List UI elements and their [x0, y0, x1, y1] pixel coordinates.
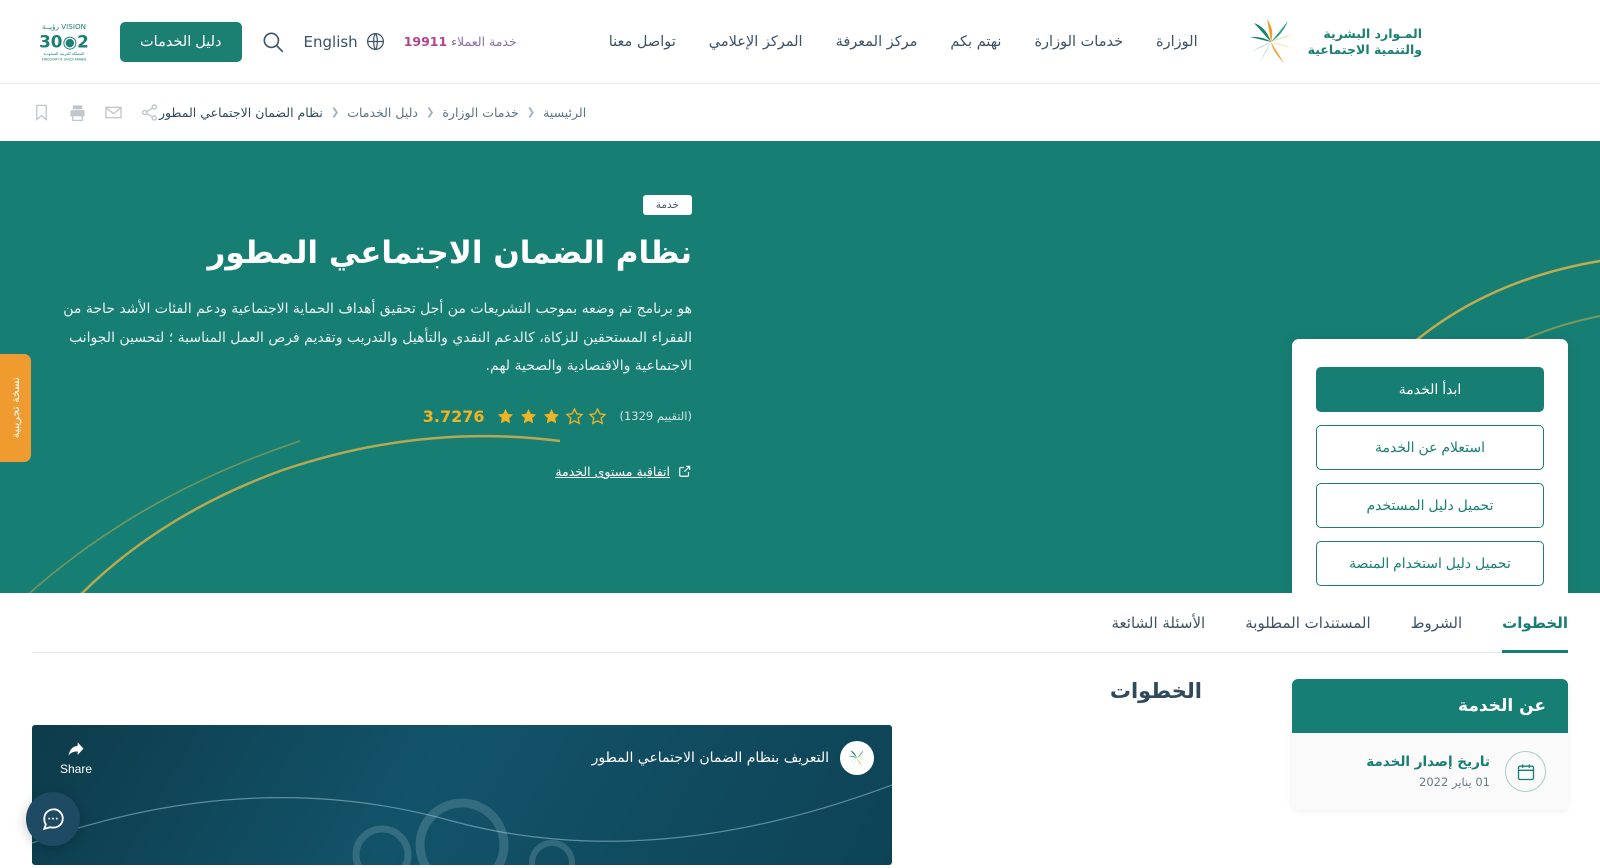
breadcrumb-bar: الرئيسية ❮ خدمات الوزارة ❮ دليل الخدمات …: [0, 83, 1600, 141]
breadcrumb-item-3: نظام الضمان الاجتماعي المطور: [159, 105, 323, 120]
video-header: التعريف بنظام الضمان الاجتماعي المطور: [592, 741, 874, 775]
hero-content: خدمة نظام الضمان الاجتماعي المطور هو برن…: [32, 141, 692, 593]
nav-item-2[interactable]: نهتم بكم: [950, 34, 1001, 50]
page-actions: [32, 103, 159, 122]
tab-steps[interactable]: الخطوات: [1502, 593, 1568, 653]
site-header: المـوارد البشرية والتنمية الاجتماعية الو…: [0, 0, 1600, 83]
about-service-sidebar: عن الخدمة تاريخ إصدار الخدمة 01 يناير 20…: [1292, 679, 1568, 865]
hero-section: ابدأ الخدمة استعلام عن الخدمة تحميل دليل…: [0, 141, 1600, 593]
breadcrumb-item-2[interactable]: دليل الخدمات: [347, 105, 418, 120]
chat-bubble-icon: [42, 808, 64, 831]
service-video-player[interactable]: التعريف بنظام الضمان الاجتماعي المطور Sh…: [32, 725, 892, 865]
services-guide-button[interactable]: دليل الخدمات: [120, 21, 242, 62]
svg-text:KINGDOM OF SAUDI ARABIA: KINGDOM OF SAUDI ARABIA: [42, 57, 88, 61]
breadcrumb: الرئيسية ❮ خدمات الوزارة ❮ دليل الخدمات …: [159, 105, 586, 120]
page-content: عن الخدمة تاريخ إصدار الخدمة 01 يناير 20…: [0, 653, 1600, 865]
about-service-value: 01 يناير 2022: [1419, 775, 1490, 789]
calendar-icon: [1505, 751, 1546, 792]
breadcrumb-separator-0: ❮: [526, 107, 536, 118]
nav-item-5[interactable]: تواصل معنا: [609, 34, 676, 50]
service-tabs-bar: الخطوات الشروط المستندات المطلوبة الأسئل…: [0, 593, 1600, 653]
language-toggle-label: English: [303, 32, 358, 51]
star-icon-filled-3: [544, 408, 560, 424]
rating-score: 3.7276: [422, 406, 485, 426]
sla-link-label: اتفاقية مستوى الخدمة: [555, 463, 670, 479]
service-tabs: الخطوات الشروط المستندات المطلوبة الأسئل…: [32, 593, 1568, 653]
svg-text:VISION رؤيــة: VISION رؤيــة: [42, 22, 86, 31]
chat-widget-button[interactable]: [26, 792, 80, 846]
search-icon[interactable]: [260, 29, 286, 55]
service-description: هو برنامج تم وضعه بموجب التشريعات من أجل…: [63, 300, 692, 375]
video-share-label: Share: [60, 762, 93, 776]
star-icon-empty-5: [588, 407, 607, 425]
ministry-logo-text: المـوارد البشرية والتنمية الاجتماعية: [1307, 26, 1423, 57]
ministry-logo-line1: المـوارد البشرية: [1323, 26, 1422, 42]
svg-text:2◉30: 2◉30: [39, 31, 89, 51]
star-icon-filled-1: [498, 408, 514, 424]
ministry-logo-icon: [1244, 17, 1298, 67]
nav-item-4[interactable]: المركز الإعلامي: [709, 34, 803, 50]
ministry-logo-line2: والتنمية الاجتماعية: [1307, 41, 1423, 57]
download-platform-guide-button[interactable]: تحميل دليل استخدام المنصة: [1316, 541, 1544, 586]
ministry-logo[interactable]: المـوارد البشرية والتنمية الاجتماعية: [1244, 17, 1422, 67]
beta-version-tab[interactable]: نسخة تجريبية: [0, 354, 31, 462]
language-toggle[interactable]: English: [304, 31, 386, 52]
nav-item-0[interactable]: الوزارة: [1156, 34, 1198, 50]
service-rating: (التقييم 1329) 3.7276: [32, 407, 692, 426]
external-link-icon: [678, 464, 692, 478]
header-utilities: خدمة العملاء 19911 English دليل الخدمات …: [32, 18, 517, 66]
about-service-label: تاريخ إصدار الخدمة: [1366, 754, 1490, 770]
about-service-heading: عن الخدمة: [1292, 679, 1568, 733]
star-icon-empty-4: [565, 407, 584, 425]
main-navigation: الوزارة خدمات الوزارة نهتم بكم مركز المع…: [609, 34, 1198, 50]
email-icon[interactable]: [104, 103, 123, 122]
share-icon[interactable]: [140, 103, 159, 122]
customer-service-label: خدمة العملاء: [451, 34, 517, 49]
about-service-card: عن الخدمة تاريخ إصدار الخدمة 01 يناير 20…: [1292, 679, 1568, 810]
customer-service-number[interactable]: خدمة العملاء 19911: [404, 34, 517, 49]
customer-service-value: 19911: [403, 34, 448, 49]
service-actions-card: ابدأ الخدمة استعلام عن الخدمة تحميل دليل…: [1292, 339, 1568, 593]
download-user-guide-button[interactable]: تحميل دليل المستخدم: [1316, 483, 1544, 528]
sla-link[interactable]: اتفاقية مستوى الخدمة: [555, 464, 692, 479]
svg-text:المملكة العربية السعودية: المملكة العربية السعودية: [43, 50, 84, 55]
channel-avatar-icon[interactable]: [840, 741, 874, 775]
tab-conditions[interactable]: الشروط: [1411, 593, 1463, 653]
tab-required-documents[interactable]: المستندات المطلوبة: [1245, 593, 1370, 653]
rating-stars[interactable]: [496, 407, 607, 426]
tab-faq[interactable]: الأسئلة الشائعة: [1111, 593, 1205, 653]
nav-item-1[interactable]: خدمات الوزارة: [1034, 34, 1123, 50]
breadcrumb-item-1[interactable]: خدمات الوزارة: [442, 105, 518, 120]
breadcrumb-separator-1: ❮: [425, 107, 435, 118]
rating-count: (التقييم 1329): [619, 409, 692, 424]
breadcrumb-item-0[interactable]: الرئيسية: [543, 105, 586, 120]
section-title: الخطوات: [1109, 679, 1202, 703]
share-arrow-icon: [68, 742, 84, 756]
page-title: نظام الضمان الاجتماعي المطور: [207, 235, 692, 271]
beta-version-label: نسخة تجريبية: [9, 377, 22, 439]
vision-2030-logo[interactable]: VISION رؤيــة 2◉30 المملكة العربية السعو…: [32, 18, 96, 66]
service-type-badge: خدمة: [642, 195, 692, 215]
steps-section: الخطوات التعريف بنظام الضمان الاجتماعي ا…: [32, 679, 1202, 865]
inquire-service-button[interactable]: استعلام عن الخدمة: [1316, 425, 1544, 470]
print-icon[interactable]: [68, 103, 87, 122]
globe-icon: [365, 31, 386, 52]
video-title: التعريف بنظام الضمان الاجتماعي المطور: [591, 750, 829, 766]
bookmark-icon[interactable]: [32, 103, 51, 122]
nav-item-3[interactable]: مركز المعرفة: [836, 34, 918, 50]
start-service-button[interactable]: ابدأ الخدمة: [1316, 367, 1544, 412]
about-service-text: تاريخ إصدار الخدمة 01 يناير 2022: [1314, 754, 1490, 789]
video-share-button[interactable]: Share: [60, 739, 92, 776]
star-icon-filled-2: [521, 408, 537, 424]
breadcrumb-separator-2: ❮: [330, 107, 340, 118]
about-service-row: تاريخ إصدار الخدمة 01 يناير 2022: [1292, 733, 1568, 810]
